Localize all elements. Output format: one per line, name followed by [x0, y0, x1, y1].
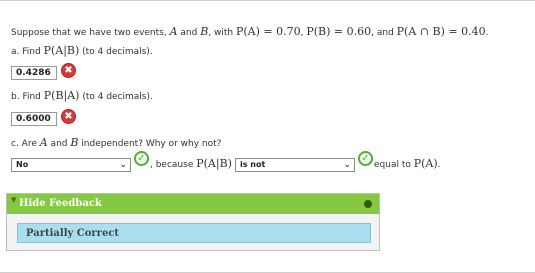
- chevron-down-icon: ⌄: [343, 160, 351, 170]
- feedback-status-box: Partially Correct: [17, 223, 371, 243]
- event-a-symbol: A: [169, 25, 178, 38]
- independence-select[interactable]: No ⌄: [11, 158, 131, 172]
- equal-expression: P(A): [413, 157, 438, 170]
- feedback-header-label: Hide Feedback: [19, 198, 102, 209]
- part-b-answer-input[interactable]: 0.6000: [11, 112, 57, 126]
- correct-check-icon: ✓: [134, 151, 149, 166]
- stem-text: .: [485, 28, 489, 38]
- incorrect-icon: ✖: [61, 63, 76, 78]
- because-text: , because: [150, 160, 197, 170]
- toggle-dot-icon[interactable]: [364, 200, 372, 208]
- prompt-text: (to 4 decimals).: [79, 47, 153, 57]
- part-a-expression: P(A|B): [43, 44, 80, 57]
- part-c-label: c.: [11, 139, 19, 149]
- prompt-text: Are: [18, 139, 40, 149]
- part-c-prompt: c. Are A and B independent? Why or why n…: [11, 136, 221, 149]
- part-b-prompt: b. Find P(B|A) (to 4 decimals).: [11, 89, 153, 102]
- select-value: is not: [240, 160, 266, 169]
- because-phrase: , because P(A|B): [150, 157, 232, 170]
- equal-phrase: equal to P(A).: [374, 157, 441, 170]
- feedback-panel: ▼ Hide Feedback Partially Correct: [6, 193, 380, 251]
- stem-text: , and: [371, 28, 397, 38]
- part-a-prompt: a. Find P(A|B) (to 4 decimals).: [11, 44, 153, 57]
- prob-b: P(B) = 0.60: [306, 25, 372, 38]
- prompt-text: Find: [19, 47, 44, 57]
- part-a-answer-input[interactable]: 0.4286: [11, 66, 57, 80]
- because-expression: P(A|B): [196, 157, 232, 170]
- collapse-triangle-icon: ▼: [11, 196, 17, 204]
- select-value: No: [16, 160, 29, 169]
- stem-text: , with: [208, 28, 236, 38]
- stem-text: Suppose that we have two events,: [11, 28, 170, 38]
- prompt-text: independent? Why or why not?: [78, 139, 222, 149]
- hide-feedback-toggle[interactable]: ▼ Hide Feedback: [7, 194, 379, 214]
- event-a-symbol: A: [39, 136, 48, 149]
- prompt-text: and: [47, 139, 71, 149]
- part-b-expression: P(B|A): [43, 89, 80, 102]
- chevron-down-icon: ⌄: [119, 160, 127, 170]
- equal-text: equal to: [374, 160, 414, 170]
- question-panel: Suppose that we have two events, A and B…: [0, 0, 535, 273]
- feedback-status-text: Partially Correct: [26, 228, 120, 239]
- correct-check-icon: ✓: [358, 151, 373, 166]
- prob-a-and-b: P(A ∩ B) = 0.40: [396, 25, 486, 38]
- prompt-text: (to 4 decimals).: [79, 92, 153, 102]
- period-text: .: [437, 160, 441, 170]
- incorrect-icon: ✖: [61, 109, 76, 124]
- comparison-select[interactable]: is not ⌄: [235, 158, 355, 172]
- question-stem: Suppose that we have two events, A and B…: [11, 25, 488, 38]
- part-b-label: b.: [11, 92, 20, 102]
- stem-text: and: [177, 28, 201, 38]
- prob-a: P(A) = 0.70: [235, 25, 301, 38]
- prompt-text: Find: [19, 92, 44, 102]
